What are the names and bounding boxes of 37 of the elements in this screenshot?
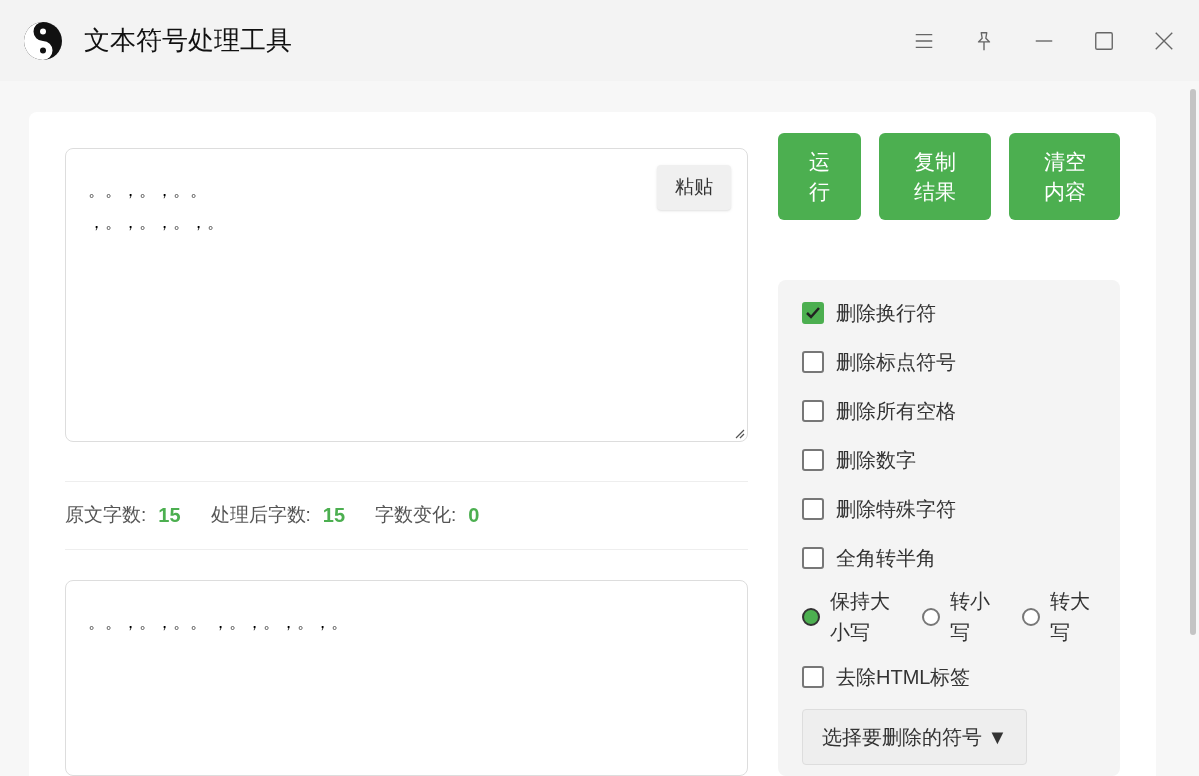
input-text-line: 。。，。，。。 [88,180,207,202]
input-text-line: ，。，。，。，。 [88,212,224,234]
input-field[interactable]: 。。，。，。。 ，。，。，。，。 粘贴 [65,148,748,442]
stat-value: 15 [158,503,181,529]
checkbox[interactable] [802,665,824,688]
checkbox[interactable] [802,497,824,520]
checkbox[interactable] [802,448,824,471]
window-title: 文本符号处理工具 [84,24,292,57]
radio-button[interactable] [802,608,820,626]
output-text: 。。，。，。。 ，。，。，。，。 [88,612,349,635]
option-label: 转大写 [1050,589,1091,645]
scrollbar[interactable] [1190,89,1196,635]
checkbox[interactable] [802,546,824,569]
paste-button[interactable]: 粘贴 [657,165,731,210]
option-label: 删除换行符 [836,300,936,326]
stat-label: 处理后字数: [210,503,311,528]
symbol-dropdown[interactable]: 选择要删除的符号 ▼ [802,709,1028,765]
stat-value: 15 [322,503,346,529]
checkbox[interactable] [802,301,824,324]
yin-yang-logo-icon [22,19,64,62]
option-label: 删除所有空格 [836,398,956,424]
option-label: 删除数字 [836,447,916,473]
radio-button[interactable] [922,608,940,626]
option-label: 删除特殊字符 [836,496,956,522]
stat-label: 原文字数: [65,503,147,528]
option-label: 全角转半角 [836,545,936,571]
checkbox[interactable] [802,399,824,422]
maximize-icon[interactable] [1093,29,1115,52]
radio-button[interactable] [1022,608,1040,626]
checkbox[interactable] [802,350,824,373]
stat-label: 字数变化: [375,503,457,528]
option-label: 保持大小写 [830,589,891,645]
stat-value: 0 [468,503,480,529]
option-label: 删除标点符号 [836,349,956,375]
option-label: 去除HTML标签 [836,664,971,690]
output-field[interactable]: 。。，。，。。 ，。，。，。，。 [65,580,748,776]
option-label: 转小写 [950,589,991,645]
